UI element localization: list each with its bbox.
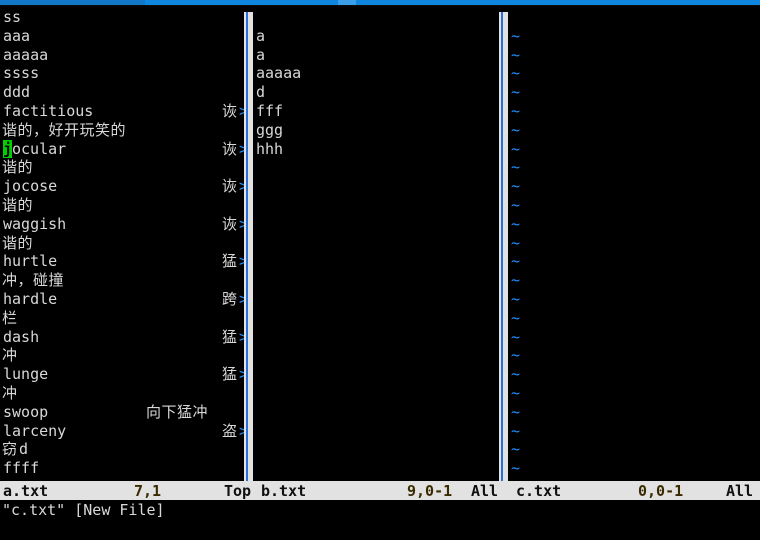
empty-line-marker-icon: ~ [511,26,521,45]
empty-line-marker-icon: ~ [511,365,521,384]
statusline-position-c: 0,0-1 [638,482,684,500]
empty-line-marker-icon: ~ [511,459,521,478]
statusline-position-b: 9,0-1 [407,482,453,500]
terminal-row: ~ [0,64,760,83]
window-separator-left-line [246,12,248,486]
empty-line-marker-icon: ~ [511,384,521,402]
statusline-position-a: 7,1 [134,482,162,500]
terminal-row: ~ [0,346,760,365]
empty-line-marker-icon: ~ [511,158,521,177]
vim-terminal-window: ssaaaaaaaassssdddfactitious诙>谐的，好开玩笑的joc… [0,0,760,540]
terminal-row: ~ [0,83,760,102]
empty-line-marker-icon: ~ [511,233,521,252]
titlebar-segment-right [356,0,760,5]
empty-line-marker-icon: ~ [511,440,521,459]
terminal-row: ~ [0,46,760,65]
statusline-scroll-a: Top [224,482,252,500]
statusline-scroll-c: All [726,482,754,500]
window-separator-left[interactable] [244,12,253,486]
vim-message-line[interactable]: "c.txt" [New File] [0,500,760,520]
terminal-row: ~ [0,196,760,215]
titlebar-segment-active [145,0,338,5]
empty-line-marker-icon: ~ [511,271,521,290]
terminal-row: ~ [0,102,760,121]
screen-bottom-padding [0,520,760,540]
empty-line-marker-icon: ~ [511,196,521,214]
empty-line-marker-icon: ~ [511,102,521,120]
terminal-row: ~ [0,365,760,384]
empty-line-marker-icon: ~ [511,252,521,271]
terminal-row: ~ [0,422,760,441]
terminal-row: ~ [0,328,760,347]
empty-line-marker-icon: ~ [511,290,521,308]
empty-line-marker-icon: ~ [511,139,521,158]
window-separator-right-line [501,12,503,486]
statusline-file-a: a.txt [3,482,49,500]
vim-statusline: a.txt 7,1 Top b.txt 9,0-1 All c.txt 0,0-… [0,481,760,500]
statusline-file-b: b.txt [261,482,307,500]
terminal-row: ~ [0,215,760,234]
terminal-row: ~ [0,440,760,459]
terminal-row: ~ [0,271,760,290]
terminal-row: ~ [0,27,760,46]
terminal-row: ~ [0,403,760,422]
empty-line-marker-icon: ~ [511,327,521,346]
titlebar-segment-left [0,0,145,5]
terminal-grid: ssaaaaaaaassssdddfactitious诙>谐的，好开玩笑的joc… [0,6,760,486]
terminal-row: ~ [0,177,760,196]
empty-line-marker-icon: ~ [511,346,521,365]
titlebar-segment-highlight [338,0,356,5]
empty-line-marker-icon: ~ [511,308,521,327]
statusline-scroll-b: All [471,482,499,500]
terminal-row: ~ [0,384,760,403]
terminal-row: ~ [0,158,760,177]
terminal-row: ~ [0,459,760,478]
empty-line-marker-icon: ~ [511,421,521,440]
empty-line-marker-icon: ~ [511,177,521,196]
terminal-row [0,8,760,27]
message-text: "c.txt" [New File] [2,501,165,519]
empty-line-marker-icon: ~ [511,402,521,421]
terminal-row: ~ [0,309,760,328]
empty-line-marker-icon: ~ [511,214,521,233]
window-separator-right[interactable] [499,12,508,486]
terminal-row: ~ [0,234,760,253]
empty-line-marker-icon: ~ [511,64,521,83]
empty-line-marker-icon: ~ [511,83,521,102]
terminal-row: ~ [0,140,760,159]
terminal-row: ~ [0,121,760,140]
terminal-row: ~ [0,252,760,271]
terminal-row: ~ [0,290,760,309]
empty-line-marker-icon: ~ [511,120,521,139]
statusline-file-c: c.txt [516,482,562,500]
empty-line-marker-icon: ~ [511,45,521,64]
